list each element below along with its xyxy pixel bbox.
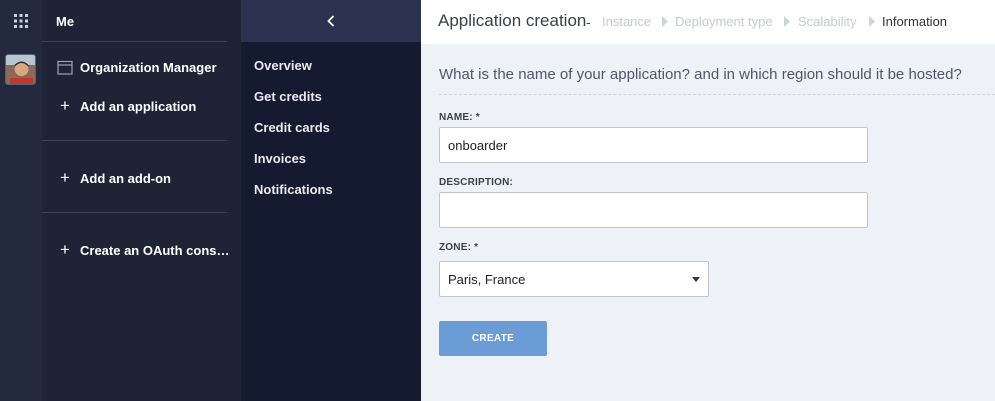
divider (42, 41, 227, 42)
page-header: Application creation - Instance Deployme… (421, 0, 995, 44)
submenu-item-invoices[interactable]: Invoices (254, 151, 306, 166)
description-input[interactable] (439, 192, 868, 228)
add-addon-label: Add an add-on (80, 170, 171, 186)
organization-manager-label: Organization Manager (80, 60, 217, 75)
divider (439, 94, 995, 95)
breadcrumb-scalability[interactable]: Scalability (798, 14, 857, 29)
submenu-item-notifications[interactable]: Notifications (254, 182, 333, 197)
create-button[interactable]: CREATE (439, 321, 547, 356)
create-oauth-consumer-button[interactable]: + Create an OAuth cons… (56, 240, 230, 260)
user-avatar[interactable] (5, 54, 36, 85)
breadcrumb-instance[interactable]: Instance (602, 14, 651, 29)
add-application-label: Add an application (80, 98, 197, 114)
description-label: DESCRIPTION: (439, 177, 514, 188)
plus-icon: + (60, 96, 70, 115)
name-label: NAME: * (439, 112, 480, 123)
caret-down-icon (692, 277, 700, 282)
main-content: Application creation - Instance Deployme… (421, 0, 995, 401)
title-separator: - (586, 14, 591, 30)
submenu-item-credit-cards[interactable]: Credit cards (254, 120, 330, 135)
chevron-right-icon (869, 16, 875, 27)
form-question: What is the name of your application? an… (439, 66, 962, 83)
name-input[interactable] (439, 127, 868, 163)
zone-selected-value: Paris, France (448, 271, 526, 287)
zone-label: ZONE: * (439, 242, 479, 253)
apps-grid-button[interactable] (0, 0, 42, 42)
breadcrumb-information: Information (882, 14, 948, 29)
grid-icon (14, 14, 28, 28)
chevron-right-icon (784, 16, 790, 27)
divider (42, 212, 227, 213)
add-application-button[interactable]: + Add an application (56, 96, 196, 116)
organization-manager-link[interactable]: Organization Manager (56, 60, 217, 75)
page-title: Application creation (438, 11, 587, 30)
zone-select[interactable]: Paris, France (439, 261, 709, 297)
divider (42, 140, 227, 141)
collapse-submenu-button[interactable] (241, 0, 421, 42)
submenu-item-get-credits[interactable]: Get credits (254, 89, 322, 104)
add-addon-button[interactable]: + Add an add-on (56, 168, 171, 188)
left-rail (0, 0, 42, 401)
organization-panel: Me Organization Manager + Add an applica… (42, 0, 241, 401)
submenu-panel: Overview Get credits Credit cards Invoic… (241, 0, 421, 401)
chevron-left-icon (327, 15, 335, 27)
breadcrumb-deployment-type[interactable]: Deployment type (675, 14, 773, 29)
me-label: Me (56, 14, 75, 29)
plus-icon: + (60, 240, 70, 259)
submenu-item-overview[interactable]: Overview (254, 58, 312, 73)
create-oauth-consumer-label: Create an OAuth cons… (80, 242, 230, 258)
plus-icon: + (60, 168, 70, 187)
chevron-right-icon (662, 16, 668, 27)
calendar-icon (56, 60, 74, 75)
